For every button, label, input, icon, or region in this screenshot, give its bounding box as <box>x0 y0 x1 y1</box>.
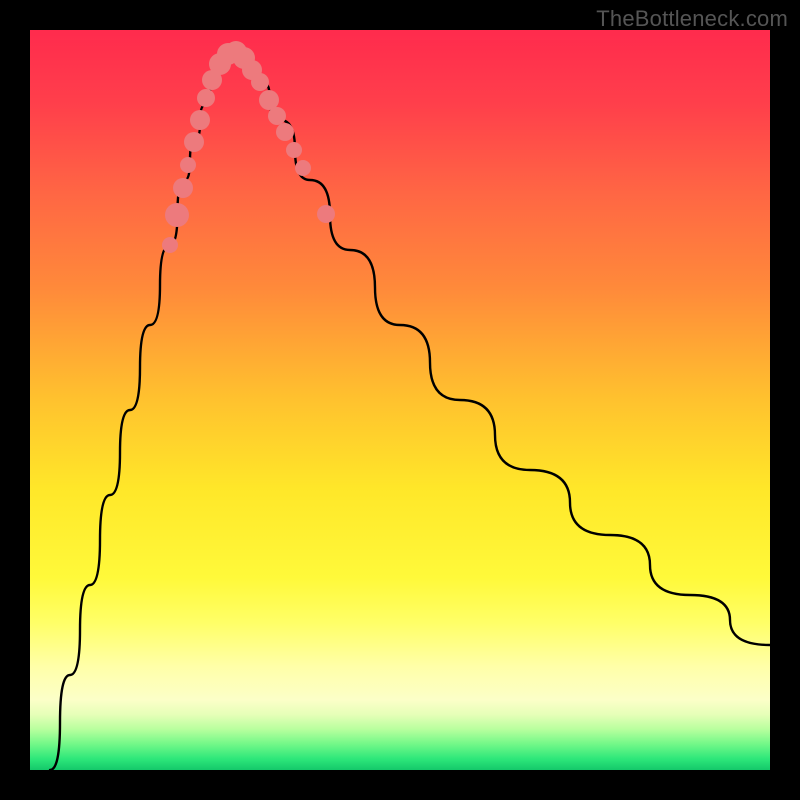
bottleneck-curve <box>50 52 770 770</box>
highlight-point <box>162 237 178 253</box>
highlight-point <box>184 132 204 152</box>
highlight-point <box>276 123 294 141</box>
highlight-markers <box>162 41 335 253</box>
chart-frame: TheBottleneck.com <box>0 0 800 800</box>
highlight-point <box>190 110 210 130</box>
highlight-point <box>295 160 311 176</box>
highlight-point <box>173 178 193 198</box>
watermark-text: TheBottleneck.com <box>596 6 788 32</box>
highlight-point <box>180 157 196 173</box>
curve-layer <box>30 30 770 770</box>
highlight-point <box>165 203 189 227</box>
highlight-point <box>268 107 286 125</box>
highlight-point <box>197 89 215 107</box>
highlight-point <box>317 205 335 223</box>
highlight-point <box>259 90 279 110</box>
highlight-point <box>286 142 302 158</box>
plot-area <box>30 30 770 770</box>
highlight-point <box>251 73 269 91</box>
